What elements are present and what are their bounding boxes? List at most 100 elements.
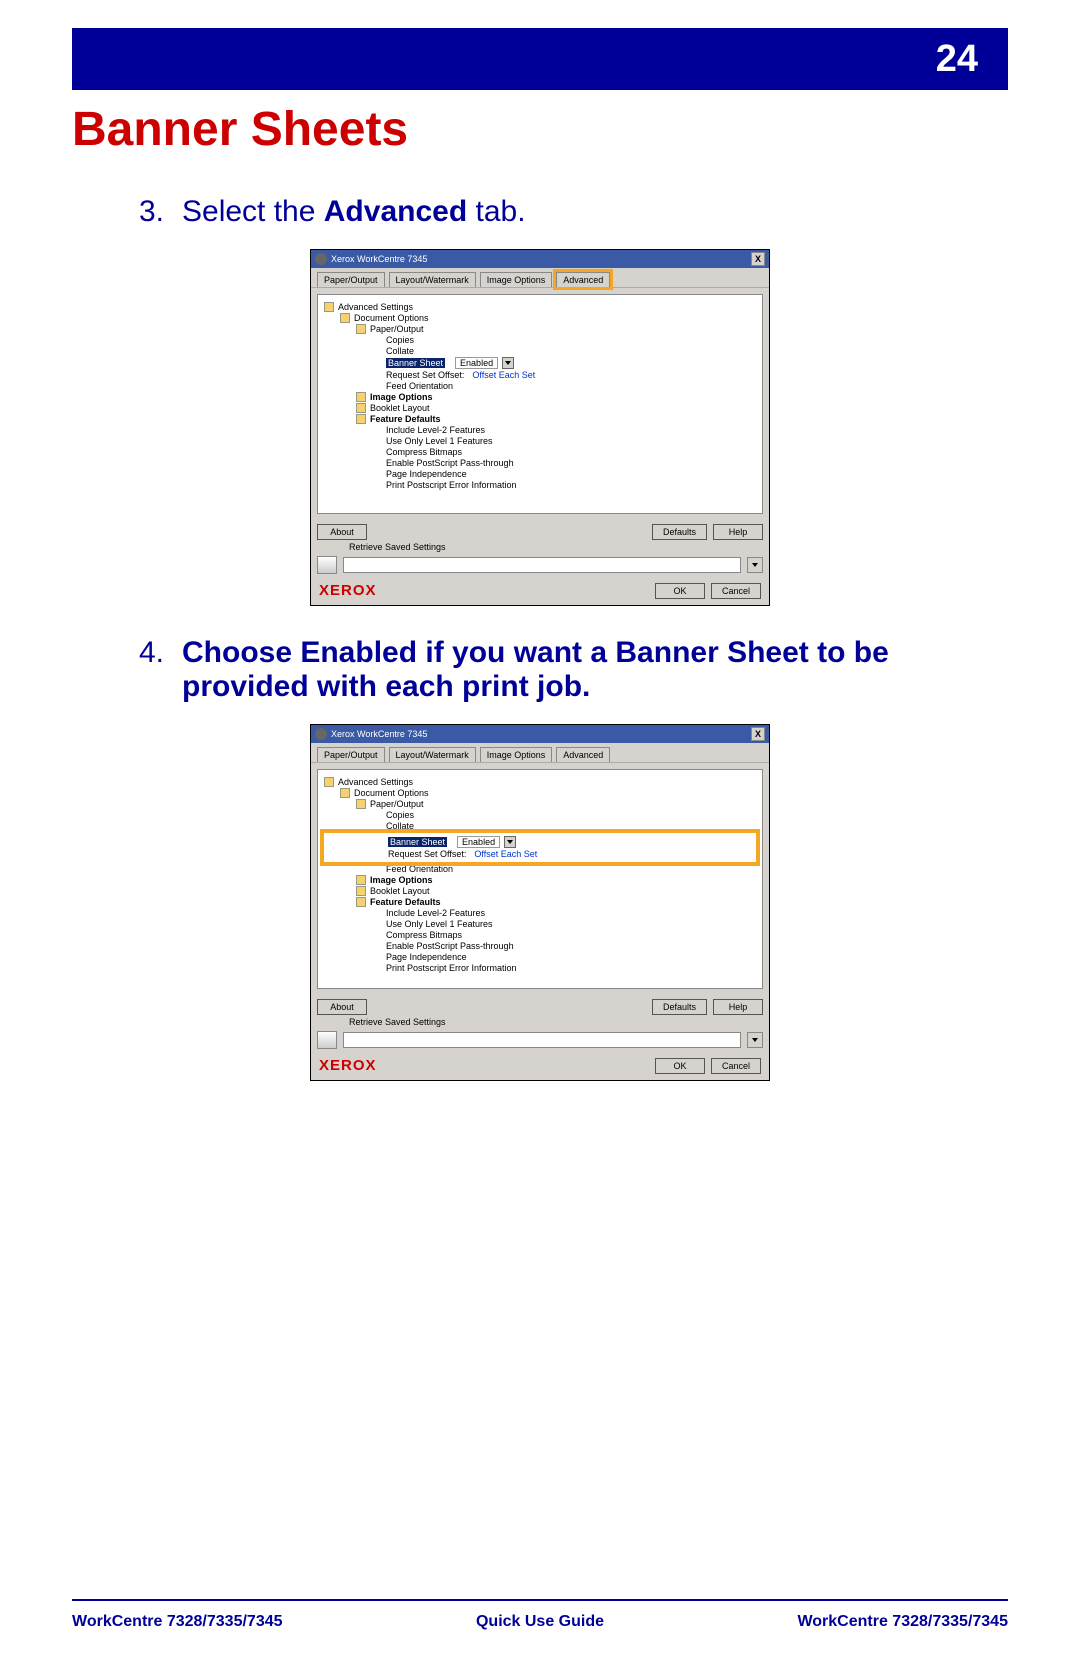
lower-5-label-b: Print Postscript Error Information bbox=[386, 963, 517, 973]
tree-paper-output[interactable]: Paper/Output bbox=[324, 324, 756, 334]
tree-image-options-2[interactable]: Image Options bbox=[324, 875, 756, 885]
print-dialog-2: Xerox WorkCentre 7345 X Paper/Output Lay… bbox=[310, 724, 770, 1081]
tree-copies[interactable]: Copies bbox=[324, 335, 756, 345]
tree-collate-2[interactable]: Collate bbox=[324, 821, 756, 831]
tree-lower-4[interactable]: Page Independence bbox=[324, 469, 756, 479]
tree-lower-3[interactable]: Enable PostScript Pass-through bbox=[324, 458, 756, 468]
lower-1-label: Use Only Level 1 Features bbox=[386, 436, 493, 446]
folder-icon bbox=[356, 799, 366, 809]
step-3-prefix: Select the bbox=[182, 195, 324, 228]
tree-area-2[interactable]: Advanced Settings Document Options Paper… bbox=[317, 769, 763, 989]
about-button[interactable]: About bbox=[317, 524, 367, 540]
tree-banner-sheet[interactable]: Banner Sheet Enabled bbox=[324, 357, 756, 369]
ok-button-2[interactable]: OK bbox=[655, 1058, 705, 1074]
chevron-down-icon[interactable] bbox=[504, 836, 516, 848]
tree-area[interactable]: Advanced Settings Document Options Paper… bbox=[317, 294, 763, 514]
tree-doc-options-2[interactable]: Document Options bbox=[324, 788, 756, 798]
tree-lower-2-b[interactable]: Compress Bitmaps bbox=[324, 930, 756, 940]
titlebar[interactable]: Xerox WorkCentre 7345 X bbox=[311, 250, 769, 268]
disk-icon[interactable] bbox=[317, 1031, 337, 1049]
titlebar-2[interactable]: Xerox WorkCentre 7345 X bbox=[311, 725, 769, 743]
tree-booklet[interactable]: Booklet Layout bbox=[324, 403, 756, 413]
help-button-2[interactable]: Help bbox=[713, 999, 763, 1015]
defaults-button-2[interactable]: Defaults bbox=[652, 999, 707, 1015]
paper-output-label: Paper/Output bbox=[370, 324, 424, 334]
folder-icon bbox=[356, 392, 366, 402]
lower-4-label-b: Page Independence bbox=[386, 952, 467, 962]
close-icon[interactable]: X bbox=[751, 252, 765, 266]
tab-layout-watermark-2[interactable]: Layout/Watermark bbox=[389, 747, 476, 762]
tree-root[interactable]: Advanced Settings bbox=[324, 302, 756, 312]
feed-orientation-label-2: Feed Orientation bbox=[386, 864, 453, 874]
step-4: 4. Choose Enabled if you want a Banner S… bbox=[132, 636, 1008, 704]
tree-lower-1[interactable]: Use Only Level 1 Features bbox=[324, 436, 756, 446]
tree-collate[interactable]: Collate bbox=[324, 346, 756, 356]
tab-paper-output[interactable]: Paper/Output bbox=[317, 272, 385, 287]
cancel-button-2[interactable]: Cancel bbox=[711, 1058, 761, 1074]
saved-settings-field[interactable] bbox=[343, 557, 741, 573]
brand-row: XEROX OK Cancel bbox=[311, 576, 769, 605]
banner-sheet-label: Banner Sheet bbox=[386, 358, 445, 368]
tree-lower-1-b[interactable]: Use Only Level 1 Features bbox=[324, 919, 756, 929]
lower-2-label: Compress Bitmaps bbox=[386, 447, 462, 457]
screenshot-2-wrap: Xerox WorkCentre 7345 X Paper/Output Lay… bbox=[72, 724, 1008, 1081]
chevron-down-icon[interactable] bbox=[747, 557, 763, 573]
saved-settings-field-2[interactable] bbox=[343, 1032, 741, 1048]
chevron-down-icon[interactable] bbox=[747, 1032, 763, 1048]
tree-feature-defaults-2[interactable]: Feature Defaults bbox=[324, 897, 756, 907]
collate-label-2: Collate bbox=[386, 821, 414, 831]
tree-lower-0[interactable]: Include Level-2 Features bbox=[324, 425, 756, 435]
tree-lower-2[interactable]: Compress Bitmaps bbox=[324, 447, 756, 457]
step-3-bold: Advanced bbox=[324, 195, 467, 228]
tree-lower-3-b[interactable]: Enable PostScript Pass-through bbox=[324, 941, 756, 951]
paper-output-label-2: Paper/Output bbox=[370, 799, 424, 809]
tree-booklet-2[interactable]: Booklet Layout bbox=[324, 886, 756, 896]
step-3-number: 3. bbox=[132, 195, 164, 229]
tab-image-options[interactable]: Image Options bbox=[480, 272, 553, 287]
tree-request-offset[interactable]: Request Set Offset:Offset Each Set bbox=[324, 370, 756, 380]
tree-image-options[interactable]: Image Options bbox=[324, 392, 756, 402]
disk-icon[interactable] bbox=[317, 556, 337, 574]
ok-button[interactable]: OK bbox=[655, 583, 705, 599]
defaults-button[interactable]: Defaults bbox=[652, 524, 707, 540]
tree-feed-orientation-2[interactable]: Feed Orientation bbox=[324, 864, 756, 874]
step-3: 3. Select the Advanced tab. bbox=[132, 195, 1008, 229]
folder-icon bbox=[356, 324, 366, 334]
lower-4-label: Page Independence bbox=[386, 469, 467, 479]
tree-banner-sheet-2[interactable]: Banner Sheet Enabled bbox=[326, 836, 754, 848]
tab-image-options-2[interactable]: Image Options bbox=[480, 747, 553, 762]
tree-lower-5-b[interactable]: Print Postscript Error Information bbox=[324, 963, 756, 973]
banner-value: Enabled bbox=[455, 357, 498, 369]
doc-options-label: Document Options bbox=[354, 313, 429, 323]
image-options-label: Image Options bbox=[370, 392, 433, 402]
tabs-row-2: Paper/Output Layout/Watermark Image Opti… bbox=[311, 743, 769, 763]
about-button-2[interactable]: About bbox=[317, 999, 367, 1015]
banner-value-2: Enabled bbox=[457, 836, 500, 848]
cancel-button[interactable]: Cancel bbox=[711, 583, 761, 599]
tree-root-2[interactable]: Advanced Settings bbox=[324, 777, 756, 787]
copies-label: Copies bbox=[386, 335, 414, 345]
tree-copies-2[interactable]: Copies bbox=[324, 810, 756, 820]
window-title: Xerox WorkCentre 7345 bbox=[331, 254, 427, 264]
tree-doc-options[interactable]: Document Options bbox=[324, 313, 756, 323]
banner-dropdown-2[interactable]: Enabled bbox=[457, 836, 516, 848]
tab-layout-watermark[interactable]: Layout/Watermark bbox=[389, 272, 476, 287]
help-button[interactable]: Help bbox=[713, 524, 763, 540]
tab-advanced-2[interactable]: Advanced bbox=[556, 747, 610, 762]
folder-icon bbox=[324, 302, 334, 312]
step-4-number: 4. bbox=[132, 636, 164, 704]
banner-dropdown[interactable]: Enabled bbox=[455, 357, 514, 369]
tree-lower-4-b[interactable]: Page Independence bbox=[324, 952, 756, 962]
doc-options-label-2: Document Options bbox=[354, 788, 429, 798]
close-icon[interactable]: X bbox=[751, 727, 765, 741]
tree-feature-defaults[interactable]: Feature Defaults bbox=[324, 414, 756, 424]
tree-lower-5[interactable]: Print Postscript Error Information bbox=[324, 480, 756, 490]
tree-paper-output-2[interactable]: Paper/Output bbox=[324, 799, 756, 809]
tab-paper-output-2[interactable]: Paper/Output bbox=[317, 747, 385, 762]
tree-lower-0-b[interactable]: Include Level-2 Features bbox=[324, 908, 756, 918]
tab-advanced[interactable]: Advanced bbox=[556, 272, 610, 287]
tree-request-offset-2[interactable]: Request Set Offset:Offset Each Set bbox=[326, 849, 754, 859]
chevron-down-icon[interactable] bbox=[502, 357, 514, 369]
xerox-logo-2: XEROX bbox=[319, 1057, 377, 1074]
tree-feed-orientation[interactable]: Feed Orientation bbox=[324, 381, 756, 391]
